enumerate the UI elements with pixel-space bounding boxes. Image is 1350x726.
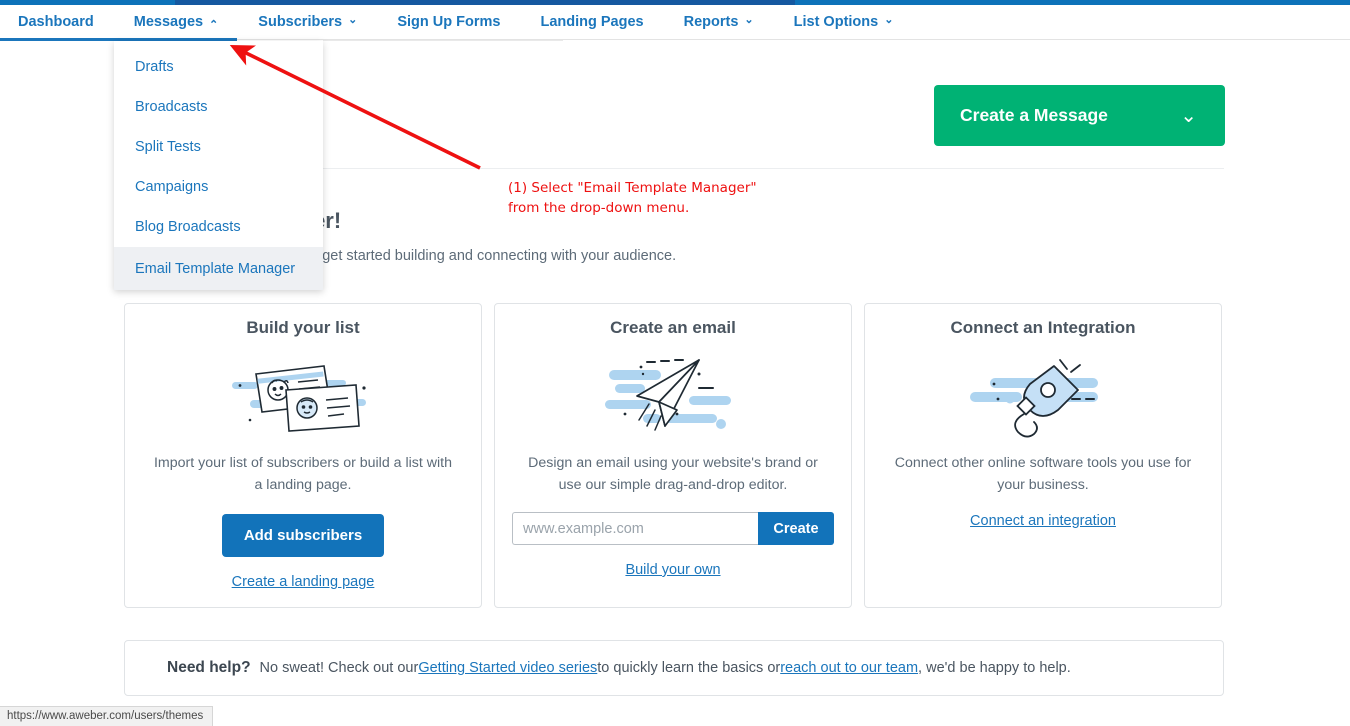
card-title-create-an-email: Create an email xyxy=(610,318,736,337)
card-connect-an-integration: Connect an Integration Connect other onl… xyxy=(864,303,1222,608)
create-email-button[interactable]: Create xyxy=(758,512,834,545)
subscriber-cards-illustration xyxy=(228,350,378,442)
chevron-down-icon: ⌄ xyxy=(744,14,754,26)
dropdown-label-split-tests: Split Tests xyxy=(135,139,201,155)
status-bar-url: https://www.aweber.com/users/themes xyxy=(7,710,204,722)
plug-illustration xyxy=(968,350,1118,442)
card-title-build-your-list: Build your list xyxy=(246,318,360,337)
onboarding-cards: Build your list Import your list of subs… xyxy=(124,303,1224,608)
card-description-create-an-email: Design an email using your website's bra… xyxy=(528,455,818,493)
nav-item-list-options[interactable]: List Options ⌄ xyxy=(794,14,894,30)
messages-dropdown-menu: Drafts Broadcasts Split Tests Campaigns … xyxy=(114,41,323,290)
chevron-up-icon: ⌄ xyxy=(209,17,219,29)
website-url-input[interactable] xyxy=(512,512,758,545)
card-create-an-email: Create an email Design an email using yo… xyxy=(494,303,852,608)
card-description-build-your-list: Import your list of subscribers or build… xyxy=(153,455,453,493)
nav-item-landing-pages[interactable]: Landing Pages xyxy=(540,14,643,30)
connect-an-integration-link[interactable]: Connect an integration xyxy=(970,513,1116,529)
nav-tab-divider xyxy=(323,40,563,41)
browser-status-bar: https://www.aweber.com/users/themes xyxy=(0,706,214,726)
dropdown-label-drafts: Drafts xyxy=(135,59,174,75)
dropdown-item-email-template-manager[interactable]: Email Template Manager xyxy=(114,247,323,290)
nav-label-landing-pages: Landing Pages xyxy=(540,13,644,30)
create-a-message-button[interactable]: Create a Message ⌄ xyxy=(934,85,1225,146)
dropdown-item-drafts[interactable]: Drafts xyxy=(114,47,323,87)
card-title-connect-an-integration: Connect an Integration xyxy=(950,318,1136,337)
need-help-label: Need help? xyxy=(167,659,251,676)
dropdown-item-campaigns[interactable]: Campaigns xyxy=(114,167,323,207)
nav-item-sign-up-forms[interactable]: Sign Up Forms xyxy=(397,14,500,30)
nav-label-list-options: List Options xyxy=(793,13,879,30)
need-help-bar: Need help? No sweat! Check out our Getti… xyxy=(124,640,1224,696)
create-a-message-label: Create a Message xyxy=(960,105,1108,125)
main-navigation: Dashboard Messages ⌄ Subscribers ⌄ Sign … xyxy=(0,5,1350,38)
create-a-landing-page-link[interactable]: Create a landing page xyxy=(232,574,375,590)
nav-label-messages: Messages xyxy=(133,13,204,30)
nav-label-subscribers: Subscribers xyxy=(258,13,343,30)
dropdown-item-split-tests[interactable]: Split Tests xyxy=(114,127,323,167)
website-url-form: Create xyxy=(512,512,834,545)
dropdown-item-broadcasts[interactable]: Broadcasts xyxy=(114,87,323,127)
card-description-connect-an-integration: Connect other online software tools you … xyxy=(894,455,1192,493)
help-text-1: No sweat! Check out our xyxy=(259,660,419,676)
help-text-3: , we'd be happy to help. xyxy=(918,660,1071,676)
dropdown-label-campaigns: Campaigns xyxy=(135,179,209,195)
nav-item-dashboard[interactable]: Dashboard xyxy=(18,14,94,30)
reach-out-to-our-team-link[interactable]: reach out to our team xyxy=(780,660,918,676)
nav-label-sign-up-forms: Sign Up Forms xyxy=(397,13,501,30)
chevron-down-icon: ⌄ xyxy=(884,14,894,26)
chevron-down-icon: ⌄ xyxy=(1180,105,1197,127)
add-subscribers-button[interactable]: Add subscribers xyxy=(221,514,385,557)
nav-item-subscribers[interactable]: Subscribers ⌄ xyxy=(258,14,357,30)
dropdown-label-broadcasts: Broadcasts xyxy=(135,99,208,115)
nav-label-reports: Reports xyxy=(683,13,739,30)
browser-page: Dashboard Messages ⌄ Subscribers ⌄ Sign … xyxy=(0,0,1350,726)
nav-item-messages[interactable]: Messages ⌄ xyxy=(134,14,219,30)
dropdown-item-blog-broadcasts[interactable]: Blog Broadcasts xyxy=(114,207,323,247)
card-build-your-list: Build your list Import your list of subs… xyxy=(124,303,482,608)
paper-plane-illustration xyxy=(603,350,743,442)
build-your-own-link[interactable]: Build your own xyxy=(625,562,720,578)
chevron-down-icon: ⌄ xyxy=(348,14,358,26)
dropdown-label-email-template-manager: Email Template Manager xyxy=(135,260,296,277)
dropdown-label-blog-broadcasts: Blog Broadcasts xyxy=(135,219,241,235)
nav-label-dashboard: Dashboard xyxy=(18,13,94,30)
annotation-step-1-text: (1) Select "Email Template Manager" from… xyxy=(508,180,757,216)
nav-item-reports[interactable]: Reports ⌄ xyxy=(684,14,754,30)
getting-started-video-series-link[interactable]: Getting Started video series xyxy=(418,660,597,676)
help-text-2: to quickly learn the basics or xyxy=(597,660,781,676)
